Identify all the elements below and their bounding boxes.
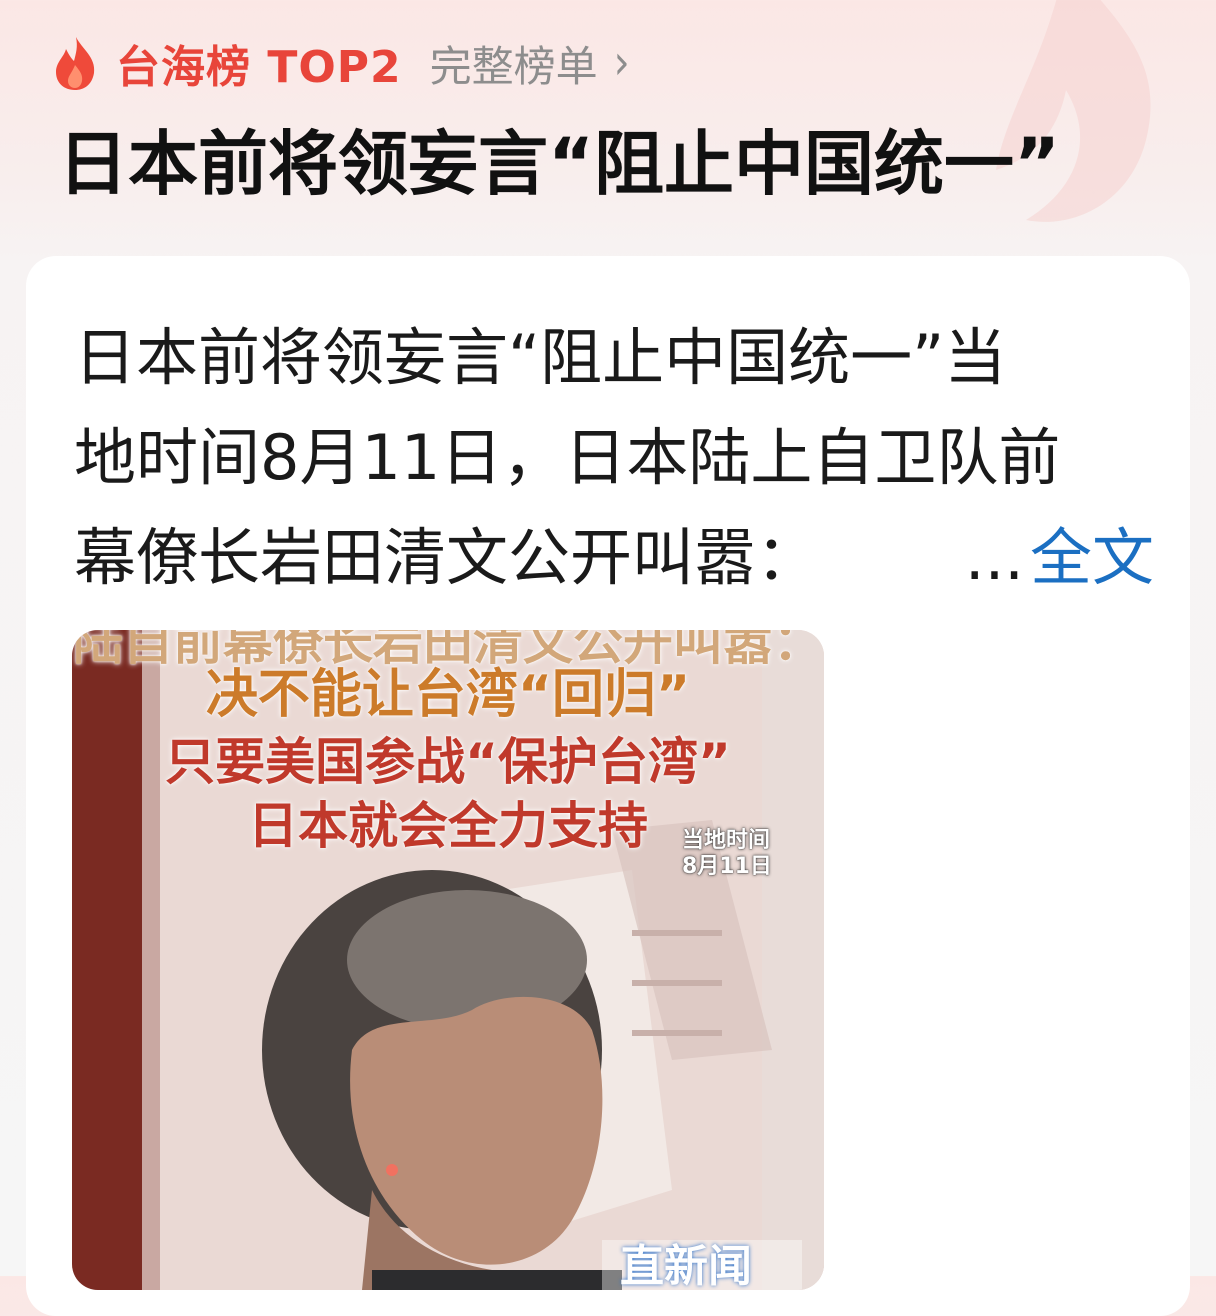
summary-line: 地时间8月11日，日本陆上自卫队前: [74, 421, 1061, 494]
hot-list-header: 台海榜 TOP2 完整榜单 ›: [52, 28, 630, 98]
video-timestamp: 当地时间 8月11日: [682, 828, 772, 880]
summary-line-last: 幕僚长岩田清文公开叫嚣： ...全文: [74, 508, 1154, 608]
timestamp-line: 当地时间: [682, 828, 771, 853]
expand-full-text[interactable]: ...全文: [965, 508, 1154, 608]
caption-line: 只要美国参战“保护台湾”: [165, 733, 731, 791]
rank-label[interactable]: 台海榜 TOP2: [116, 31, 402, 95]
source-watermark: 直新闻: [620, 1241, 752, 1290]
fire-icon: [56, 37, 95, 90]
timestamp-line: 8月11日: [682, 854, 772, 879]
caption-line: 决不能让台湾“回归”: [205, 665, 691, 725]
news-card: 日本前将领妄言“阻止中国统一”当 地时间8月11日，日本陆上自卫队前 幕僚长岩田…: [26, 256, 1190, 1316]
ellipsis: ...: [964, 521, 1024, 594]
chevron-right-icon[interactable]: ›: [614, 35, 630, 90]
full-text-link[interactable]: 全文: [1030, 521, 1154, 594]
news-video-thumbnail[interactable]: 陆自前幕僚长岩田清文公开叫嚣： 决不能让台湾“回归” 只要美国参战“保护台湾” …: [72, 630, 824, 1290]
news-headline[interactable]: 日本前将领妄言“阻止中国统一”: [58, 120, 1178, 208]
news-summary: 日本前将领妄言“阻止中国统一”当 地时间8月11日，日本陆上自卫队前 幕僚长岩田…: [74, 308, 1154, 608]
summary-line: 日本前将领妄言“阻止中国统一”当: [74, 321, 1007, 394]
full-list-link[interactable]: 完整榜单: [430, 33, 598, 94]
summary-line-text: 幕僚长岩田清文公开叫嚣：: [74, 521, 819, 594]
